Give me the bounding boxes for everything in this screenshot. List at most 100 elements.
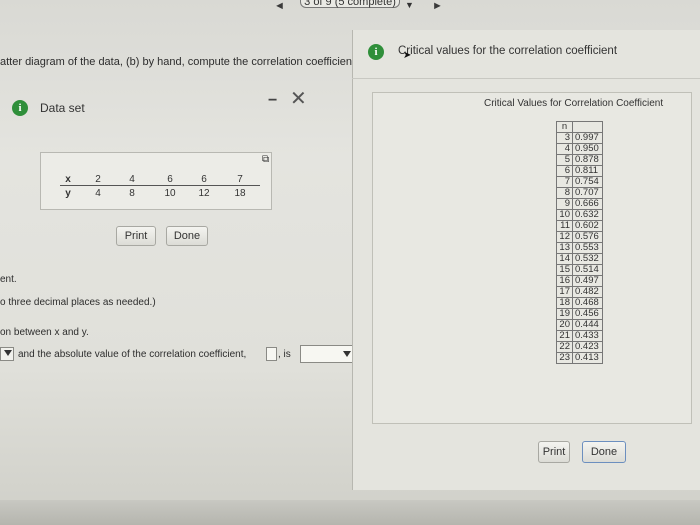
table-row: 10 0.632 — [556, 209, 603, 221]
minimize-button[interactable]: − — [268, 92, 277, 110]
window-divider — [352, 78, 700, 79]
x-value: 7 — [237, 174, 243, 185]
progress-indicator[interactable]: 3 of 9 (5 complete) — [300, 0, 400, 8]
critical-values-print-button[interactable]: Print — [538, 441, 570, 463]
table-row: 4 0.950 — [556, 143, 603, 155]
n-cell: 22 — [556, 341, 573, 353]
table-row: 14 0.532 — [556, 253, 603, 265]
table-row: 9 0.666 — [556, 198, 603, 210]
n-cell: 13 — [556, 242, 573, 254]
n-cell: 15 — [556, 264, 573, 276]
critical-value-cell: 0.754 — [572, 176, 603, 188]
table-row: 20 0.444 — [556, 319, 603, 331]
critical-value-cell: 0.444 — [572, 319, 603, 331]
table-row: 5 0.878 — [556, 154, 603, 166]
critical-values-table-title: Critical Values for Correlation Coeffici… — [484, 98, 664, 109]
question-text-relation: on between x and y. — [0, 327, 89, 338]
critical-value-cell: 0.950 — [572, 143, 603, 155]
n-cell: 16 — [556, 275, 573, 287]
y-value: 10 — [164, 188, 176, 199]
n-cell: 12 — [556, 231, 573, 243]
critical-value-cell: 0.602 — [572, 220, 603, 232]
question-abs-text: and the absolute value of the correlatio… — [18, 349, 247, 360]
n-cell: 18 — [556, 297, 573, 309]
y-value: 18 — [234, 188, 246, 199]
critical-value-cell: 0.997 — [572, 132, 603, 144]
n-cell: 20 — [556, 319, 573, 331]
dataset-done-button[interactable]: Done — [166, 226, 208, 246]
critical-value-cell: 0.576 — [572, 231, 603, 243]
table-row: 11 0.602 — [556, 220, 603, 232]
comparison-dropdown[interactable] — [300, 345, 356, 363]
correlation-answer-input[interactable] — [266, 347, 277, 361]
chevron-down-icon — [4, 350, 12, 356]
y-label: y — [65, 188, 71, 199]
critical-value-cell: 0.632 — [572, 209, 603, 221]
n-cell: 11 — [556, 220, 573, 232]
table-header-row: n — [556, 121, 603, 133]
table-row: 7 0.754 — [556, 176, 603, 188]
n-cell: 3 — [556, 132, 573, 144]
table-row: 21 0.433 — [556, 330, 603, 342]
critical-values-header-title: Critical values for the correlation coef… — [398, 45, 618, 57]
critical-values-table: n 3 0.997 4 0.950 5 0.878 6 0.811 7 0.754 8 0.707 9 0… — [556, 121, 603, 364]
desk-edge — [0, 500, 700, 525]
n-cell: 19 — [556, 308, 573, 320]
n-cell: 10 — [556, 209, 573, 221]
n-cell: 6 — [556, 165, 573, 177]
critical-value-cell: 0.666 — [572, 198, 603, 210]
previous-question-icon[interactable]: ◄ — [274, 0, 285, 12]
n-header: n — [556, 121, 573, 133]
dataset-title: Data set — [40, 101, 85, 115]
question-progress-bar: ◄ 3 of 9 (5 complete) ▼ ► — [260, 0, 460, 14]
copy-icon[interactable]: ⧉ — [262, 154, 269, 165]
table-row: 16 0.497 — [556, 275, 603, 287]
n-cell: 9 — [556, 198, 573, 210]
question-instruction: o three decimal places as needed.) — [0, 297, 156, 308]
table-row: 13 0.553 — [556, 242, 603, 254]
x-value: 2 — [95, 174, 101, 185]
value-header — [572, 121, 603, 133]
table-row: 18 0.468 — [556, 297, 603, 309]
critical-value-cell: 0.413 — [572, 352, 603, 364]
critical-value-cell: 0.553 — [572, 242, 603, 254]
n-cell: 17 — [556, 286, 573, 298]
table-row: 8 0.707 — [556, 187, 603, 199]
table-row: 23 0.413 — [556, 352, 603, 364]
critical-value-cell: 0.878 — [572, 154, 603, 166]
dataset-print-button[interactable]: Print — [116, 226, 156, 246]
critical-value-cell: 0.532 — [572, 253, 603, 265]
critical-value-cell: 0.497 — [572, 275, 603, 287]
close-icon[interactable]: ✕ — [290, 86, 307, 111]
table-row: 3 0.997 — [556, 132, 603, 144]
critical-value-cell: 0.423 — [572, 341, 603, 353]
n-cell: 14 — [556, 253, 573, 265]
critical-value-cell: 0.707 — [572, 187, 603, 199]
table-row: 17 0.482 — [556, 286, 603, 298]
critical-values-done-button[interactable]: Done — [582, 441, 626, 463]
chevron-down-icon — [343, 351, 351, 357]
info-icon: i — [12, 100, 28, 116]
relationship-dropdown[interactable] — [0, 347, 14, 361]
next-question-icon[interactable]: ► — [432, 0, 443, 12]
info-icon: i — [368, 44, 384, 60]
progress-dropdown-icon[interactable]: ▼ — [405, 0, 414, 10]
critical-value-cell: 0.433 — [572, 330, 603, 342]
question-prompt: atter diagram of the data, (b) by hand, … — [0, 56, 368, 68]
critical-value-cell: 0.811 — [572, 165, 603, 177]
n-cell: 5 — [556, 154, 573, 166]
x-value: 6 — [201, 174, 207, 185]
table-row: 15 0.514 — [556, 264, 603, 276]
table-divider — [60, 185, 260, 186]
n-cell: 21 — [556, 330, 573, 342]
critical-value-cell: 0.456 — [572, 308, 603, 320]
table-row: 12 0.576 — [556, 231, 603, 243]
table-row: 22 0.423 — [556, 341, 603, 353]
x-label: x — [65, 174, 71, 185]
question-abs-is: , is — [278, 349, 291, 360]
y-value: 12 — [198, 188, 210, 199]
n-cell: 23 — [556, 352, 573, 364]
x-value: 4 — [129, 174, 135, 185]
y-value: 4 — [95, 188, 101, 199]
critical-value-cell: 0.514 — [572, 264, 603, 276]
